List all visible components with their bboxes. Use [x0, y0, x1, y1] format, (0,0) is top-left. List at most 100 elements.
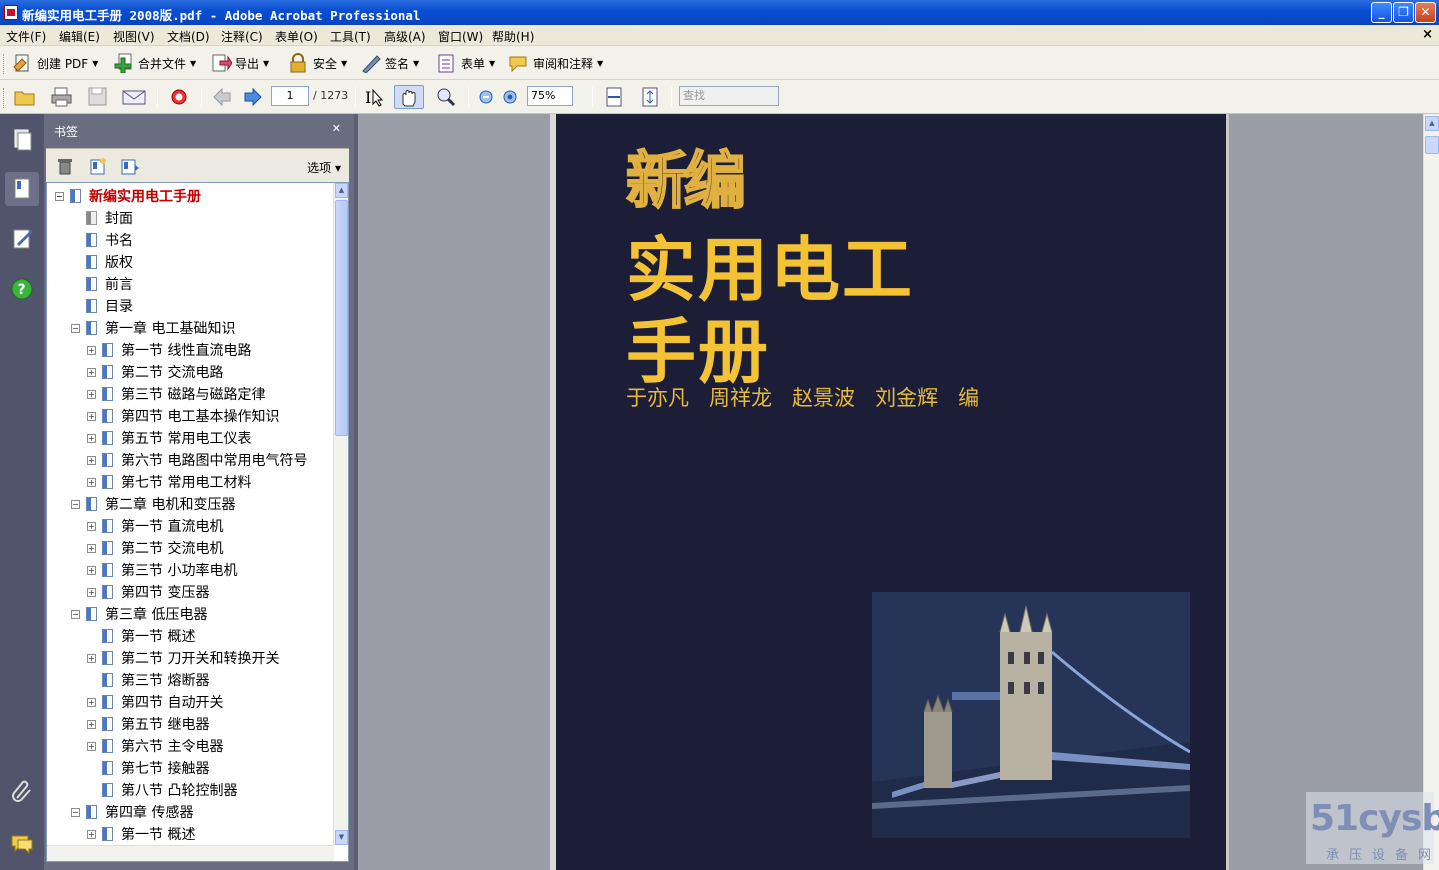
delete-bookmark-icon[interactable] — [56, 157, 74, 178]
export-button[interactable]: 导出 ▼ — [210, 51, 269, 75]
bookmark-item[interactable]: + 第四节 自动开关 — [87, 691, 223, 713]
expand-toggle-icon[interactable]: + — [87, 719, 96, 729]
bookmark-options-button[interactable]: 选项 ▾ — [307, 159, 341, 176]
pages-panel-icon[interactable] — [5, 122, 39, 156]
zoom-in-icon[interactable] — [498, 85, 524, 109]
combine-files-button[interactable]: 合并文件 ▼ — [113, 51, 196, 75]
scrollbar-thumb[interactable] — [335, 200, 348, 436]
email-icon[interactable] — [121, 85, 147, 109]
scroll-up-arrow[interactable]: ▲ — [335, 183, 348, 198]
print-icon[interactable] — [49, 85, 75, 109]
comments-panel-icon[interactable] — [5, 826, 39, 860]
collapse-toggle-icon[interactable]: − — [71, 609, 80, 619]
menu-window[interactable]: 窗口(W) — [438, 28, 483, 45]
collapse-toggle-icon[interactable]: − — [71, 323, 80, 333]
open-folder-icon[interactable] — [12, 85, 38, 109]
bookmark-item[interactable]: 第八节 凸轮控制器 — [87, 779, 237, 801]
sync-icon[interactable] — [166, 85, 192, 109]
bookmark-item[interactable]: + 第六节 电路图中常用电气符号 — [87, 449, 307, 471]
review-comment-button[interactable]: 审阅和注释 ▼ — [508, 51, 603, 75]
new-bookmark-icon[interactable] — [88, 157, 108, 178]
create-pdf-button[interactable]: 创建 PDF ▼ — [12, 51, 98, 75]
menu-edit[interactable]: 编辑(E) — [59, 28, 100, 45]
toolbar-grip[interactable] — [3, 88, 6, 108]
bookmark-item[interactable]: 第三节 熔断器 — [87, 669, 209, 691]
expand-toggle-icon[interactable]: + — [87, 389, 96, 399]
signatures-panel-icon[interactable] — [5, 222, 39, 256]
bookmark-item[interactable]: + 第五节 常用电工仪表 — [87, 427, 251, 449]
next-page-icon[interactable] — [240, 85, 266, 109]
expand-toggle-icon[interactable]: + — [87, 829, 96, 839]
close-button[interactable]: ✕ — [1415, 2, 1436, 23]
bookmark-item[interactable]: − 第二章 电机和变压器 — [71, 493, 235, 515]
document-vertical-scrollbar[interactable]: ▲ — [1423, 114, 1439, 870]
bookmark-vertical-scrollbar[interactable]: ▲ ▼ — [333, 183, 348, 845]
bookmark-item[interactable]: + 第三节 磁路与磁路定律 — [87, 383, 265, 405]
expand-toggle-icon[interactable]: + — [87, 367, 96, 377]
menu-advanced[interactable]: 高级(A) — [384, 28, 426, 45]
bookmark-item[interactable]: + 第二节 交流电机 — [87, 537, 223, 559]
expand-toggle-icon[interactable]: + — [87, 741, 96, 751]
zoom-out-icon[interactable] — [474, 85, 500, 109]
collapse-toggle-icon[interactable]: − — [71, 807, 80, 817]
bookmark-item[interactable]: − 第一章 电工基础知识 — [71, 317, 235, 339]
collapse-toggle-icon[interactable]: − — [71, 499, 80, 509]
select-text-tool-icon[interactable]: I — [362, 85, 388, 109]
zoom-tool-icon[interactable] — [433, 85, 459, 109]
page-number-input[interactable]: 1 — [271, 86, 309, 106]
document-close-icon[interactable]: × — [1422, 27, 1433, 42]
bookmark-item[interactable]: + 第三节 小功率电机 — [87, 559, 237, 581]
bookmark-item[interactable]: + 第七节 常用电工材料 — [87, 471, 251, 493]
menu-forms[interactable]: 表单(O) — [275, 28, 318, 45]
scroll-down-arrow[interactable]: ▼ — [335, 830, 348, 845]
expand-toggle-icon[interactable]: + — [87, 411, 96, 421]
doc-scroll-up-arrow[interactable]: ▲ — [1425, 116, 1439, 131]
collapse-toggle-icon[interactable]: − — [55, 191, 64, 201]
bookmark-item[interactable]: 书名 — [71, 229, 133, 251]
zoom-input[interactable]: 75% — [527, 86, 573, 106]
expand-toggle-icon[interactable]: + — [87, 455, 96, 465]
hand-tool-icon[interactable] — [394, 85, 424, 109]
menu-document[interactable]: 文档(D) — [167, 28, 210, 45]
bookmark-item[interactable]: − 第四章 传感器 — [71, 801, 193, 823]
doc-scrollbar-thumb[interactable] — [1425, 136, 1439, 154]
menu-view[interactable]: 视图(V) — [113, 28, 155, 45]
bookmark-item[interactable]: + 第六节 主令电器 — [87, 735, 223, 757]
expand-toggle-icon[interactable]: + — [87, 521, 96, 531]
bookmark-item[interactable]: + 第四节 变压器 — [87, 581, 209, 603]
bookmark-item[interactable]: + 第二节 刀开关和转换开关 — [87, 647, 279, 669]
bookmark-item[interactable]: + 第一节 直流电机 — [87, 515, 223, 537]
bookmark-item[interactable]: + 第一节 线性直流电路 — [87, 339, 251, 361]
expand-toggle-icon[interactable]: + — [87, 653, 96, 663]
menu-tools[interactable]: 工具(T) — [330, 28, 371, 45]
menu-help[interactable]: 帮助(H) — [492, 28, 534, 45]
bookmark-item[interactable]: 目录 — [71, 295, 133, 317]
previous-page-icon[interactable] — [210, 85, 236, 109]
help-icon[interactable]: ? — [5, 272, 39, 306]
close-panel-icon[interactable]: ✕ — [332, 122, 341, 135]
bookmark-item[interactable]: 版权 — [71, 251, 133, 273]
bookmark-item[interactable]: − 新编实用电工手册 — [55, 185, 201, 207]
save-icon[interactable] — [85, 85, 111, 109]
expand-toggle-icon[interactable]: + — [87, 433, 96, 443]
restore-button[interactable]: ❐ — [1393, 2, 1414, 23]
expand-toggle-icon[interactable]: + — [87, 543, 96, 553]
find-input[interactable]: 查找 — [679, 86, 779, 106]
bookmark-item[interactable]: + 第二节 交流电路 — [87, 361, 223, 383]
forms-button[interactable]: 表单 ▼ — [436, 51, 495, 75]
minimize-button[interactable]: _ — [1371, 2, 1392, 23]
bookmark-item[interactable]: 封面 — [71, 207, 133, 229]
expand-toggle-icon[interactable]: + — [87, 697, 96, 707]
bookmark-item[interactable]: + 第五节 继电器 — [87, 713, 209, 735]
toolbar-grip[interactable] — [3, 54, 6, 74]
bookmark-item[interactable]: 前言 — [71, 273, 133, 295]
menu-file[interactable]: 文件(F) — [6, 28, 46, 45]
expand-bookmark-icon[interactable] — [120, 157, 140, 178]
bookmark-item[interactable]: − 第三章 低压电器 — [71, 603, 207, 625]
expand-toggle-icon[interactable]: + — [87, 565, 96, 575]
attachments-paperclip-icon[interactable] — [5, 774, 39, 808]
bookmark-item[interactable]: 第七节 接触器 — [87, 757, 209, 779]
expand-toggle-icon[interactable]: + — [87, 345, 96, 355]
fit-width-icon[interactable] — [602, 85, 628, 109]
bookmark-item[interactable]: + 第四节 电工基本操作知识 — [87, 405, 279, 427]
